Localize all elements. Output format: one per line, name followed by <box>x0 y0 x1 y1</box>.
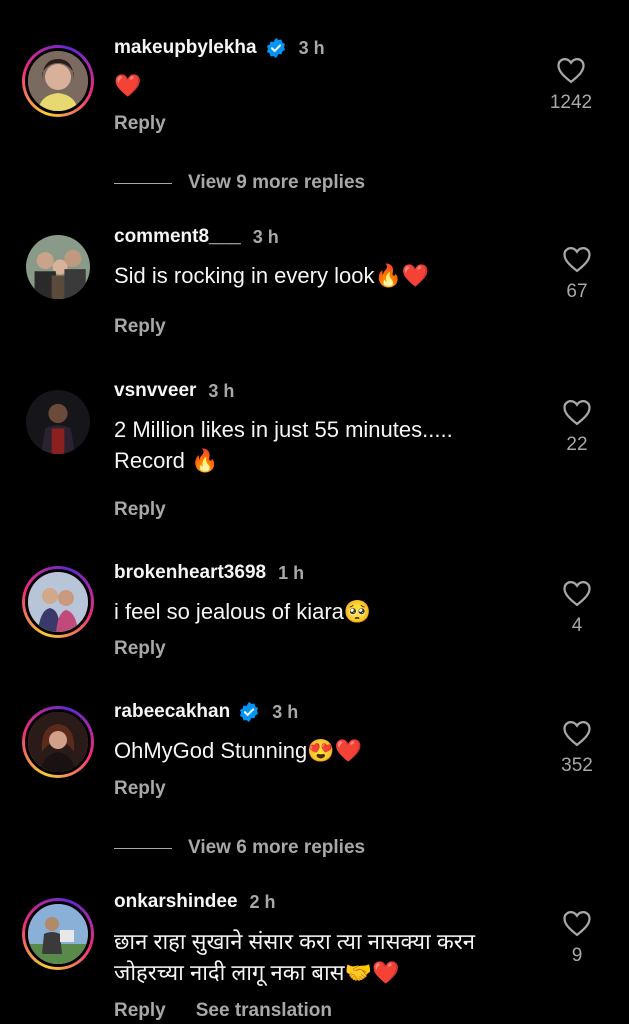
heart-outline-icon <box>563 910 591 937</box>
comment-username[interactable]: onkarshindee <box>114 891 238 913</box>
verified-badge-icon <box>240 701 259 723</box>
like-count: 22 <box>566 434 588 455</box>
comment-text: OhMyGod Stunning😍❤️ <box>114 738 363 763</box>
view-more-label: View 6 more replies <box>188 837 366 858</box>
reply-button[interactable]: Reply <box>114 1000 166 1022</box>
heart-outline-icon <box>563 246 591 273</box>
heart-outline-icon <box>563 399 591 426</box>
avatar-image <box>28 572 88 632</box>
avatar[interactable] <box>26 390 90 454</box>
avatar-image <box>28 51 88 111</box>
comment-text: छान राहा सुखाने संसार करा त्या नासक्या क… <box>114 929 475 985</box>
divider <box>114 847 172 849</box>
comment-item: makeupbylekha 3 h ❤️ Reply 1242 <box>0 0 629 160</box>
comment-text: ❤️ <box>114 73 142 98</box>
divider <box>114 182 172 184</box>
view-more-replies[interactable]: View 9 more replies <box>114 172 365 194</box>
like-count: 9 <box>571 945 583 966</box>
reply-button[interactable]: Reply <box>114 316 166 338</box>
comment-username[interactable]: comment8___ <box>114 226 241 248</box>
avatar[interactable] <box>22 45 94 117</box>
comment-username[interactable]: brokenheart3698 <box>114 562 266 584</box>
like-button[interactable]: 22 <box>537 398 617 456</box>
like-button[interactable]: 9 <box>537 909 617 967</box>
comment-time: 3 h <box>208 380 235 401</box>
avatar[interactable] <box>22 706 94 778</box>
heart-outline-icon <box>563 720 591 747</box>
avatar[interactable] <box>22 898 94 970</box>
view-more-replies[interactable]: View 6 more replies <box>114 837 365 859</box>
verified-badge-icon <box>266 37 285 59</box>
heart-outline-icon <box>557 57 585 84</box>
comment-time: 3 h <box>252 226 279 247</box>
comment-time: 1 h <box>278 562 305 583</box>
comment-time: 3 h <box>298 37 325 58</box>
avatar-image <box>28 712 88 772</box>
comment-username[interactable]: vsnvveer <box>114 380 196 402</box>
like-button[interactable]: 4 <box>537 579 617 637</box>
avatar-image <box>26 235 90 299</box>
like-count: 67 <box>566 281 588 302</box>
comment-text: 2 Million likes in just 55 minutes..... … <box>114 417 453 473</box>
comment-time: 3 h <box>272 701 299 722</box>
see-translation-button[interactable]: See translation <box>196 1000 332 1022</box>
view-more-label: View 9 more replies <box>188 172 366 193</box>
like-button[interactable]: 67 <box>537 245 617 303</box>
reply-button[interactable]: Reply <box>114 499 166 521</box>
avatar-image <box>28 904 88 964</box>
comment-text: i feel so jealous of kiara🥺 <box>114 599 372 624</box>
like-count: 1242 <box>549 92 593 113</box>
comment-username[interactable]: rabeecakhan <box>114 701 230 723</box>
like-count: 352 <box>561 755 593 776</box>
avatar-image <box>26 390 90 454</box>
like-button[interactable]: 352 <box>537 719 617 777</box>
comment-username[interactable]: makeupbylekha <box>114 37 257 59</box>
comment-time: 2 h <box>249 891 276 912</box>
like-count: 4 <box>571 615 583 636</box>
comment-text: Sid is rocking in every look🔥❤️ <box>114 263 430 288</box>
avatar[interactable] <box>22 566 94 638</box>
reply-button[interactable]: Reply <box>114 638 166 660</box>
avatar[interactable] <box>26 235 90 299</box>
like-button[interactable]: 1242 <box>531 56 611 114</box>
reply-button[interactable]: Reply <box>114 113 166 135</box>
heart-outline-icon <box>563 580 591 607</box>
reply-button[interactable]: Reply <box>114 778 166 800</box>
